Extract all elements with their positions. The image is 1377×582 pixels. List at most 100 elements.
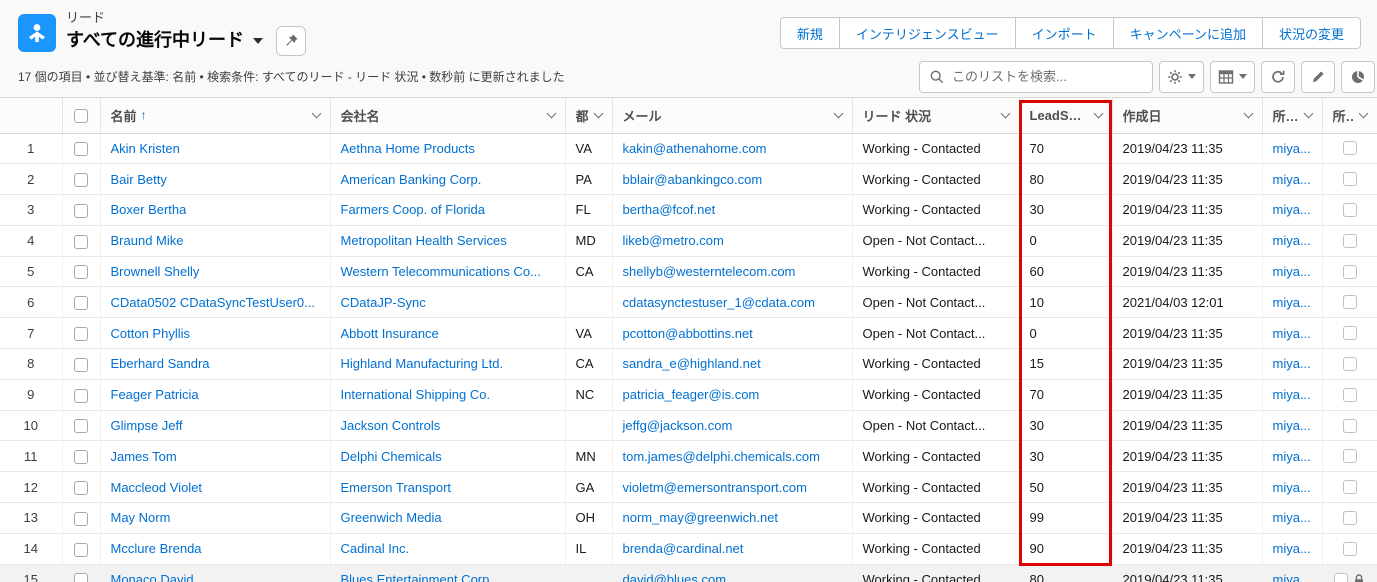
- owner-link[interactable]: miya...: [1273, 541, 1311, 556]
- company-link[interactable]: American Banking Corp.: [341, 172, 482, 187]
- flag-checkbox[interactable]: [1343, 265, 1357, 279]
- chevron-down-icon[interactable]: [311, 109, 321, 119]
- owner-link[interactable]: miya...: [1273, 233, 1311, 248]
- column-header-flag[interactable]: 所...: [1322, 98, 1377, 133]
- column-header-state[interactable]: 都...: [565, 98, 612, 133]
- column-header-leadscore[interactable]: LeadScore: [1019, 98, 1112, 133]
- row-checkbox[interactable]: [74, 142, 88, 156]
- flag-checkbox[interactable]: [1343, 326, 1357, 340]
- select-all-checkbox[interactable]: [74, 109, 88, 123]
- email-link[interactable]: shellyb@westerntelecom.com: [623, 264, 796, 279]
- flag-checkbox[interactable]: [1343, 234, 1357, 248]
- lead-name-link[interactable]: Glimpse Jeff: [111, 418, 183, 433]
- owner-link[interactable]: miya...: [1273, 418, 1311, 433]
- import-button[interactable]: インポート: [1016, 17, 1114, 49]
- owner-link[interactable]: miya...: [1273, 356, 1311, 371]
- row-checkbox[interactable]: [74, 543, 88, 557]
- column-header-lead-status[interactable]: リード 状況: [852, 98, 1019, 133]
- company-link[interactable]: Highland Manufacturing Ltd.: [341, 356, 504, 371]
- lead-name-link[interactable]: Boxer Bertha: [111, 202, 187, 217]
- company-link[interactable]: Greenwich Media: [341, 510, 442, 525]
- company-link[interactable]: Metropolitan Health Services: [341, 233, 507, 248]
- change-status-button[interactable]: 状況の変更: [1263, 17, 1361, 49]
- list-search-box[interactable]: [919, 61, 1153, 93]
- flag-checkbox[interactable]: [1343, 511, 1357, 525]
- email-link[interactable]: david@blues.com: [623, 572, 727, 582]
- flag-checkbox[interactable]: [1343, 388, 1357, 402]
- lead-name-link[interactable]: Mcclure Brenda: [111, 541, 202, 556]
- row-checkbox[interactable]: [74, 296, 88, 310]
- company-link[interactable]: Cadinal Inc.: [341, 541, 410, 556]
- row-checkbox[interactable]: [74, 419, 88, 433]
- flag-checkbox[interactable]: [1343, 141, 1357, 155]
- company-link[interactable]: International Shipping Co.: [341, 387, 491, 402]
- flag-checkbox[interactable]: [1343, 419, 1357, 433]
- column-header-created-date[interactable]: 作成日: [1112, 98, 1262, 133]
- row-checkbox[interactable]: [74, 327, 88, 341]
- flag-checkbox[interactable]: [1343, 480, 1357, 494]
- owner-link[interactable]: miya...: [1273, 295, 1311, 310]
- row-checkbox[interactable]: [74, 235, 88, 249]
- email-link[interactable]: tom.james@delphi.chemicals.com: [623, 449, 820, 464]
- row-checkbox[interactable]: [74, 450, 88, 464]
- email-link[interactable]: kakin@athenahome.com: [623, 141, 767, 156]
- email-link[interactable]: violetm@emersontransport.com: [623, 480, 807, 495]
- chevron-down-icon[interactable]: [833, 109, 843, 119]
- email-link[interactable]: bblair@abankingco.com: [623, 172, 763, 187]
- chevron-down-icon[interactable]: [1000, 109, 1010, 119]
- flag-checkbox[interactable]: [1343, 357, 1357, 371]
- new-button[interactable]: 新規: [780, 17, 840, 49]
- lead-name-link[interactable]: Cotton Phyllis: [111, 326, 190, 341]
- company-link[interactable]: Emerson Transport: [341, 480, 452, 495]
- owner-link[interactable]: miya: [1273, 572, 1300, 582]
- owner-link[interactable]: miya...: [1273, 141, 1311, 156]
- owner-link[interactable]: miya...: [1273, 264, 1311, 279]
- flag-checkbox[interactable]: [1334, 573, 1348, 582]
- row-checkbox[interactable]: [74, 512, 88, 526]
- email-link[interactable]: cdatasynctestuser_1@cdata.com: [623, 295, 815, 310]
- company-link[interactable]: Jackson Controls: [341, 418, 441, 433]
- lead-name-link[interactable]: CData0502 CDataSyncTestUser0...: [111, 295, 315, 310]
- chevron-down-icon[interactable]: [1243, 109, 1253, 119]
- owner-link[interactable]: miya...: [1273, 510, 1311, 525]
- add-to-campaign-button[interactable]: キャンペーンに追加: [1114, 17, 1263, 49]
- edit-list-button[interactable]: [1301, 61, 1335, 93]
- list-view-selector-caret-icon[interactable]: [253, 38, 263, 44]
- chevron-down-icon[interactable]: [1303, 109, 1313, 119]
- row-checkbox[interactable]: [74, 204, 88, 218]
- company-link[interactable]: Farmers Coop. of Florida: [341, 202, 486, 217]
- chevron-down-icon[interactable]: [1093, 109, 1103, 119]
- lead-name-link[interactable]: Monaco David: [111, 572, 194, 582]
- lead-name-link[interactable]: Akin Kristen: [111, 141, 180, 156]
- company-link[interactable]: Aethna Home Products: [341, 141, 475, 156]
- chevron-down-icon[interactable]: [546, 109, 556, 119]
- charts-button[interactable]: [1341, 61, 1375, 93]
- email-link[interactable]: brenda@cardinal.net: [623, 541, 744, 556]
- row-checkbox[interactable]: [74, 389, 88, 403]
- lead-name-link[interactable]: Bair Betty: [111, 172, 167, 187]
- company-link[interactable]: Delphi Chemicals: [341, 449, 442, 464]
- lead-name-link[interactable]: James Tom: [111, 449, 177, 464]
- flag-checkbox[interactable]: [1343, 295, 1357, 309]
- search-input[interactable]: [952, 69, 1142, 84]
- display-as-button[interactable]: [1210, 61, 1255, 93]
- flag-checkbox[interactable]: [1343, 172, 1357, 186]
- row-checkbox[interactable]: [74, 173, 88, 187]
- company-link[interactable]: CDataJP-Sync: [341, 295, 426, 310]
- owner-link[interactable]: miya...: [1273, 449, 1311, 464]
- flag-checkbox[interactable]: [1343, 542, 1357, 556]
- chevron-down-icon[interactable]: [593, 109, 603, 119]
- owner-link[interactable]: miya...: [1273, 480, 1311, 495]
- row-checkbox[interactable]: [74, 358, 88, 372]
- pin-list-view-button[interactable]: [276, 26, 306, 56]
- column-header-name[interactable]: 名前: [100, 98, 330, 133]
- intelligence-view-button[interactable]: インテリジェンスビュー: [840, 17, 1016, 49]
- column-header-email[interactable]: メール: [612, 98, 852, 133]
- lead-name-link[interactable]: Eberhard Sandra: [111, 356, 210, 371]
- owner-link[interactable]: miya...: [1273, 172, 1311, 187]
- company-link[interactable]: Blues Entertainment Corp.: [341, 572, 493, 582]
- row-checkbox[interactable]: [74, 265, 88, 279]
- email-link[interactable]: patricia_feager@is.com: [623, 387, 760, 402]
- chevron-down-icon[interactable]: [1359, 109, 1369, 119]
- email-link[interactable]: norm_may@greenwich.net: [623, 510, 779, 525]
